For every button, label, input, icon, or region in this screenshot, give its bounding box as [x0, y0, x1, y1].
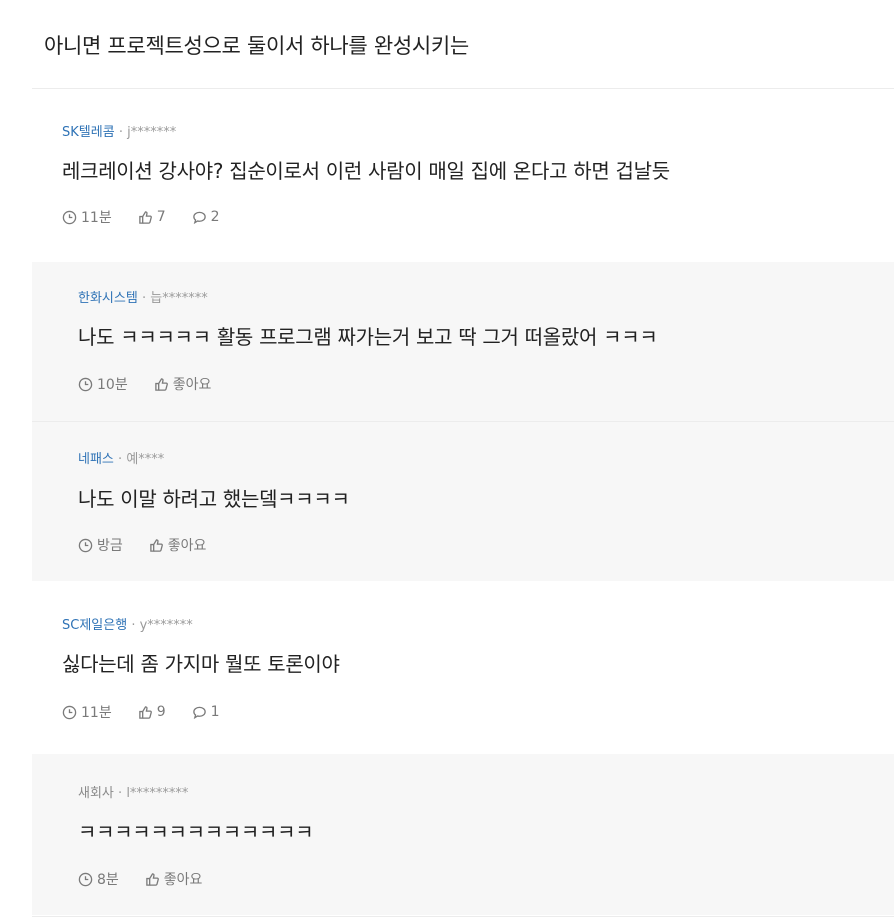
post-text-line: 아니면 프로젝트성으로 둘이서 하나를 완성시키는 [44, 34, 469, 58]
comment-meta: 네패스 · 예**** [78, 448, 164, 467]
comment-actions: 방금 좋아요 [78, 535, 232, 555]
comment-item: SC제일은행 · y******* 싫다는데 좀 가지마 뭘또 토론이야 11분… [32, 582, 894, 753]
time-text: 10분 [97, 377, 128, 393]
like-button[interactable]: 좋아요 [154, 374, 212, 394]
like-label: 좋아요 [167, 538, 207, 554]
speech-bubble-icon [192, 706, 206, 719]
reply-item: 한화시스템 · 늡******* 나도 ㅋㅋㅋㅋㅋ 활동 프로그램 짜가는거 보… [32, 262, 894, 421]
comment-actions: 10분 좋아요 [78, 374, 237, 394]
comment-body: 나도 ㅋㅋㅋㅋㅋ 활동 프로그램 짜가는거 보고 딱 그거 떠올랐어 ㅋㅋㅋ [78, 325, 658, 349]
time-info: 방금 [78, 535, 123, 555]
meta-separator: · [118, 452, 123, 467]
author-name: l********* [126, 786, 189, 801]
company-link[interactable]: 네패스 [78, 452, 114, 467]
meta-separator: · [118, 125, 123, 140]
company-name: 새회사 [78, 786, 114, 801]
like-button[interactable]: 좋아요 [149, 535, 207, 555]
comment-actions: 11분 9 1 [62, 702, 246, 722]
reply-button[interactable]: 1 [192, 704, 220, 720]
like-label: 좋아요 [163, 872, 203, 888]
comment-body: 나도 이말 하려고 했는뎈ㅋㅋㅋㅋ [78, 487, 350, 511]
time-info: 10분 [78, 374, 128, 394]
time-info: 11분 [62, 702, 112, 722]
clock-icon [78, 538, 93, 552]
author-name: 늡******* [150, 291, 208, 306]
comment-meta: 새회사 · l********* [78, 782, 188, 801]
comment-body: 싫다는데 좀 가지마 뭘또 토론이야 [62, 652, 340, 676]
like-count: 7 [156, 209, 166, 225]
clock-icon [62, 210, 77, 224]
time-info: 8분 [78, 869, 119, 889]
like-label: 좋아요 [172, 377, 212, 393]
divider [32, 916, 894, 917]
like-button[interactable]: 9 [138, 704, 166, 720]
meta-separator: · [118, 786, 123, 801]
meta-separator: · [131, 618, 136, 633]
author-name: 예**** [126, 452, 165, 467]
reply-count: 2 [210, 209, 220, 225]
thumbs-up-icon [149, 538, 163, 552]
author-name: y******* [139, 618, 193, 633]
time-text: 11분 [81, 210, 112, 226]
reply-item: 새회사 · l********* ㅋㅋㅋㅋㅋㅋㅋㅋㅋㅋㅋㅋㅋ 8분 좋아요 [32, 754, 894, 915]
comment-meta: SK텔레콤 · j******* [62, 121, 176, 140]
meta-separator: · [141, 291, 147, 306]
comment-actions: 8분 좋아요 [78, 869, 228, 889]
author-name: j******* [127, 125, 177, 140]
thumbs-up-icon [138, 210, 152, 224]
like-button[interactable]: 7 [138, 209, 166, 225]
reply-button[interactable]: 2 [192, 209, 220, 225]
reply-item: 네패스 · 예**** 나도 이말 하려고 했는뎈ㅋㅋㅋㅋ 방금 좋아요 [32, 422, 894, 581]
speech-bubble-icon [192, 211, 206, 224]
reply-count: 1 [210, 704, 220, 720]
company-link[interactable]: 한화시스템 [78, 291, 138, 306]
company-link[interactable]: SK텔레콤 [62, 125, 115, 140]
thumbs-up-icon [154, 377, 168, 391]
time-text: 방금 [97, 538, 123, 554]
comment-body: ㅋㅋㅋㅋㅋㅋㅋㅋㅋㅋㅋㅋㅋ [78, 820, 314, 844]
comment-item: SK텔레콤 · j******* 레크레이션 강사야? 집순이로서 이런 사람이… [32, 89, 894, 261]
comment-meta: 한화시스템 · 늡******* [78, 287, 208, 306]
time-text: 8분 [97, 872, 119, 888]
clock-icon [78, 872, 93, 886]
time-info: 11분 [62, 207, 112, 227]
thumbs-up-icon [146, 872, 159, 886]
thumbs-up-icon [138, 705, 152, 719]
comment-actions: 11분 7 2 [62, 207, 246, 227]
company-link[interactable]: SC제일은행 [62, 618, 127, 633]
clock-icon [78, 377, 93, 391]
clock-icon [62, 705, 77, 719]
like-count: 9 [156, 704, 166, 720]
like-button[interactable]: 좋아요 [145, 869, 203, 889]
time-text: 11분 [81, 705, 112, 721]
comment-meta: SC제일은행 · y******* [62, 614, 193, 633]
comment-body: 레크레이션 강사야? 집순이로서 이런 사람이 매일 집에 온다고 하면 겁날듯 [62, 159, 670, 183]
